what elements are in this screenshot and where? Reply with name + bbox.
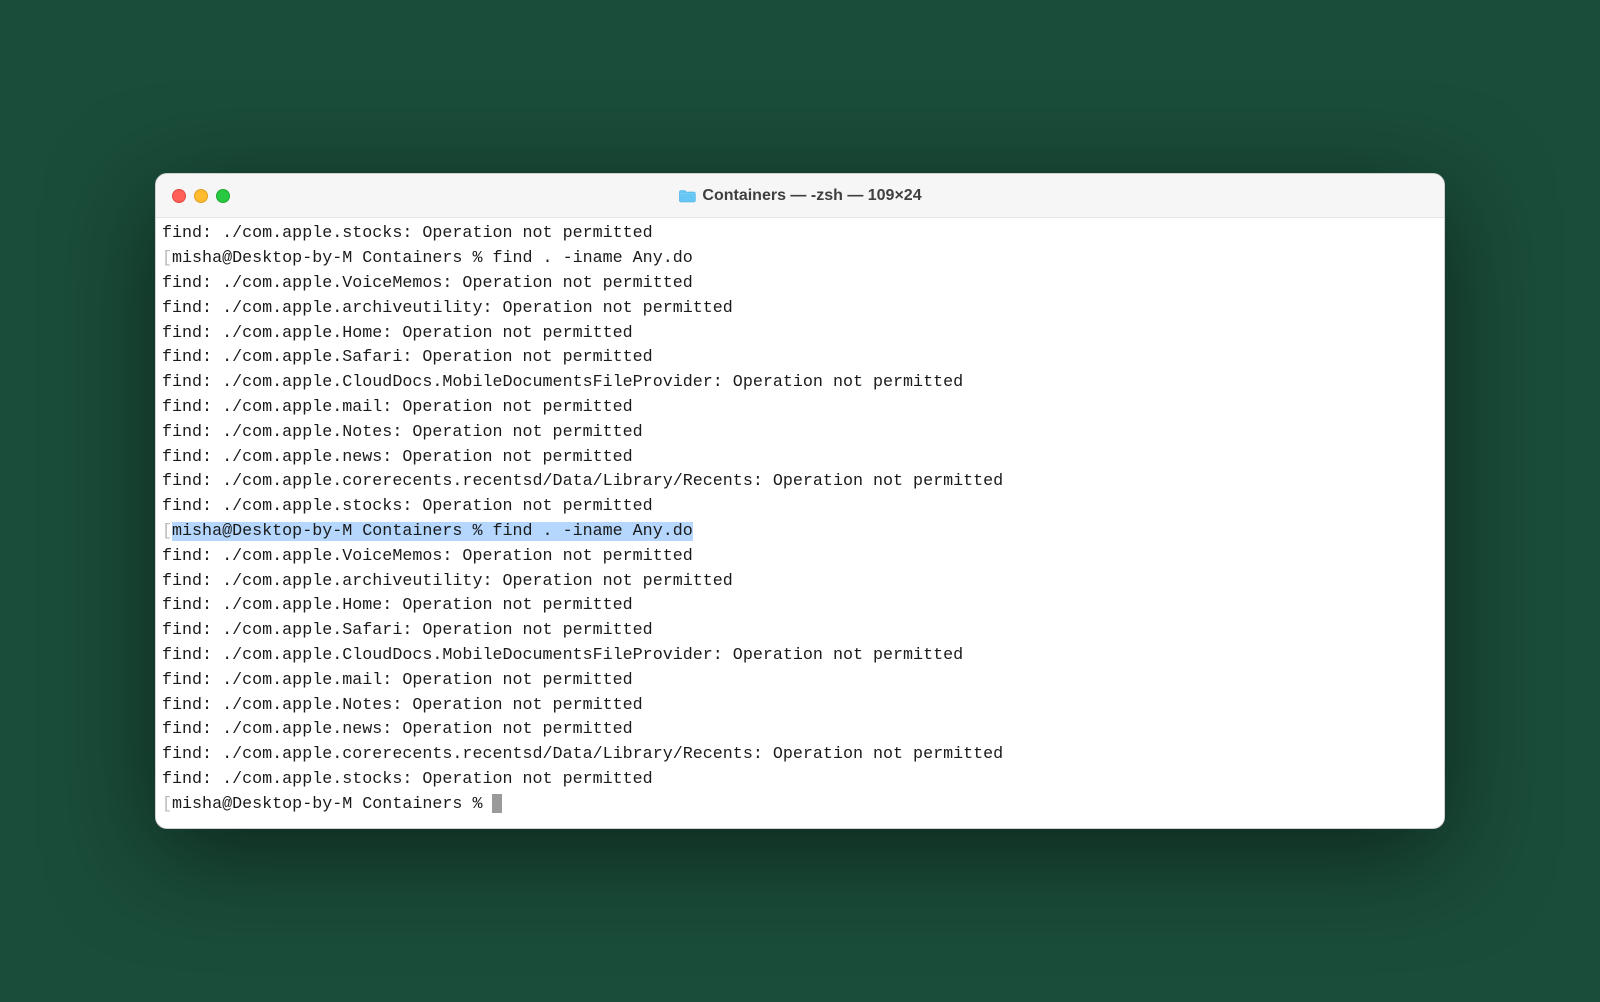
terminal-output-line: find: ./com.apple.mail: Operation not pe… — [162, 669, 1438, 694]
terminal-output-line: find: ./com.apple.stocks: Operation not … — [162, 495, 1438, 520]
cursor — [492, 794, 502, 813]
terminal-output-line: find: ./com.apple.VoiceMemos: Operation … — [162, 272, 1438, 297]
folder-icon — [678, 189, 696, 203]
terminal-output-line: find: ./com.apple.Notes: Operation not p… — [162, 694, 1438, 719]
terminal-output-line: find: ./com.apple.archiveutility: Operat… — [162, 570, 1438, 595]
minimize-button[interactable] — [194, 189, 208, 203]
terminal-output-line: find: ./com.apple.CloudDocs.MobileDocume… — [162, 644, 1438, 669]
terminal-output-line: find: ./com.apple.Home: Operation not pe… — [162, 322, 1438, 347]
terminal-output-line: find: ./com.apple.mail: Operation not pe… — [162, 396, 1438, 421]
terminal-window: Containers — -zsh — 109×24 find: ./com.a… — [155, 173, 1445, 828]
traffic-lights — [172, 189, 230, 203]
prompt-text: misha@Desktop-by-M Containers % — [172, 795, 492, 814]
close-button[interactable] — [172, 189, 186, 203]
terminal-prompt-line: [misha@Desktop-by-M Containers % find . … — [162, 247, 1438, 272]
terminal-output-line: find: ./com.apple.news: Operation not pe… — [162, 718, 1438, 743]
terminal-output-line: find: ./com.apple.CloudDocs.MobileDocume… — [162, 371, 1438, 396]
prompt-text: misha@Desktop-by-M Containers % find . -… — [172, 249, 693, 268]
terminal-output[interactable]: find: ./com.apple.stocks: Operation not … — [156, 218, 1444, 827]
terminal-output-line: find: ./com.apple.corerecents.recentsd/D… — [162, 743, 1438, 768]
terminal-output-line: find: ./com.apple.VoiceMemos: Operation … — [162, 545, 1438, 570]
window-title-group: Containers — -zsh — 109×24 — [678, 187, 921, 205]
terminal-prompt-line: [misha@Desktop-by-M Containers % — [162, 793, 1438, 818]
terminal-output-line: find: ./com.apple.news: Operation not pe… — [162, 446, 1438, 471]
bracket-icon: [ — [162, 522, 172, 541]
terminal-prompt-line: [misha@Desktop-by-M Containers % find . … — [162, 520, 1438, 545]
selected-text[interactable]: misha@Desktop-by-M Containers % find . -… — [172, 522, 693, 541]
bracket-icon: [ — [162, 795, 172, 814]
terminal-output-line: find: ./com.apple.Safari: Operation not … — [162, 346, 1438, 371]
terminal-output-line: find: ./com.apple.stocks: Operation not … — [162, 222, 1438, 247]
titlebar[interactable]: Containers — -zsh — 109×24 — [156, 174, 1444, 218]
bracket-icon: [ — [162, 249, 172, 268]
maximize-button[interactable] — [216, 189, 230, 203]
terminal-output-line: find: ./com.apple.stocks: Operation not … — [162, 768, 1438, 793]
terminal-output-line: find: ./com.apple.Home: Operation not pe… — [162, 594, 1438, 619]
terminal-output-line: find: ./com.apple.archiveutility: Operat… — [162, 297, 1438, 322]
terminal-output-line: find: ./com.apple.Notes: Operation not p… — [162, 421, 1438, 446]
window-title: Containers — -zsh — 109×24 — [702, 187, 921, 205]
terminal-output-line: find: ./com.apple.Safari: Operation not … — [162, 619, 1438, 644]
terminal-output-line: find: ./com.apple.corerecents.recentsd/D… — [162, 470, 1438, 495]
